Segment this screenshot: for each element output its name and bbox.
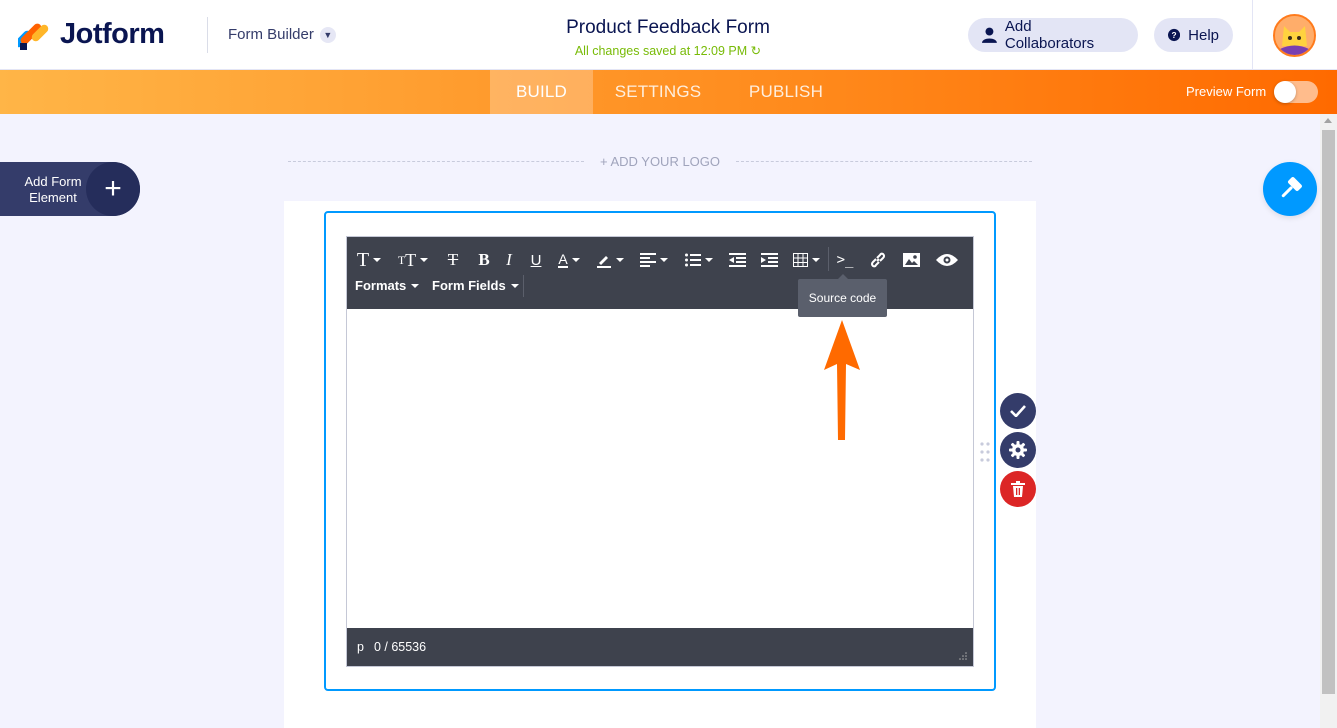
font-family-icon[interactable]: T (355, 248, 383, 272)
add-collaborators-label: Add Collaborators (1004, 18, 1095, 52)
save-status-text: All changes saved at 12:09 PM (574, 44, 748, 58)
trash-icon (1011, 481, 1025, 497)
table-icon[interactable] (791, 248, 821, 272)
resize-handle-icon[interactable] (959, 652, 967, 660)
svg-text:?: ? (1172, 30, 1177, 40)
header-divider (207, 17, 208, 53)
avatar[interactable] (1273, 14, 1316, 57)
italic-icon[interactable]: I (501, 248, 517, 272)
add-form-element-label: Add Form Element (24, 174, 82, 205)
outdent-icon[interactable] (727, 248, 747, 272)
tab-settings[interactable]: SETTINGS (603, 70, 713, 114)
form-builder-dropdown[interactable]: Form Builder ▼ (228, 26, 336, 43)
underline-icon[interactable]: U (527, 248, 545, 272)
image-icon[interactable] (901, 248, 921, 272)
form-designer-button[interactable] (1263, 162, 1317, 216)
form-title-block: Product Feedback Form All changes saved … (518, 17, 818, 58)
help-label: Help (1188, 26, 1219, 44)
add-logo-link[interactable]: + ADD YOUR LOGO (588, 154, 732, 169)
scroll-thumb[interactable] (1322, 130, 1335, 694)
formats-dropdown[interactable]: Formats (355, 278, 419, 293)
indent-icon[interactable] (759, 248, 779, 272)
source-code-tooltip: Source code (798, 274, 887, 317)
user-icon (982, 27, 997, 43)
element-path[interactable]: p (357, 640, 364, 654)
text-color-icon[interactable]: A (555, 248, 583, 272)
form-title[interactable]: Product Feedback Form (518, 17, 818, 39)
character-count: 0 / 65536 (373, 640, 427, 654)
save-status: All changes saved at 12:09 PM ↻ (518, 43, 818, 58)
gear-icon (1009, 441, 1027, 459)
logo-dashed-line-left (288, 161, 584, 162)
preview-eye-icon[interactable] (935, 248, 959, 272)
link-icon[interactable] (868, 248, 888, 272)
builder-nav: BUILD SETTINGS PUBLISH Preview Form (0, 70, 1337, 114)
question-icon: ? (1168, 28, 1181, 42)
confirm-button[interactable] (1000, 393, 1036, 429)
cat-avatar-icon (1275, 16, 1314, 55)
jotform-logo[interactable]: Jotform (14, 18, 165, 51)
chevron-down-icon: ▼ (319, 26, 336, 43)
toolbar-divider (828, 247, 829, 271)
form-builder-label: Form Builder (228, 26, 314, 43)
plus-icon: + (86, 162, 140, 216)
bold-icon[interactable]: B (475, 248, 493, 272)
preview-form-toggle[interactable] (1274, 81, 1318, 103)
highlight-color-icon[interactable] (595, 248, 625, 272)
editor-status-bar: p 0 / 65536 (347, 628, 973, 666)
preview-form-label: Preview Form (1186, 84, 1267, 99)
form-fields-dropdown[interactable]: Form Fields (432, 278, 519, 293)
help-button[interactable]: ? Help (1154, 18, 1233, 52)
tab-build[interactable]: BUILD (490, 70, 593, 114)
check-icon (1010, 405, 1026, 417)
tab-publish[interactable]: PUBLISH (737, 70, 835, 114)
page-scrollbar[interactable] (1320, 114, 1337, 728)
source-code-icon[interactable]: >_ (835, 248, 855, 272)
clear-formatting-icon[interactable]: T (443, 248, 463, 272)
add-collaborators-button[interactable]: Add Collaborators (968, 18, 1138, 52)
add-form-element-button[interactable]: Add Form Element + (0, 162, 140, 216)
bullet-list-icon[interactable] (683, 248, 715, 272)
align-icon[interactable] (639, 248, 669, 272)
refresh-icon[interactable]: ↻ (751, 44, 761, 58)
font-size-icon[interactable]: TT (395, 248, 431, 272)
logo-dashed-line-right (736, 161, 1032, 162)
app-header: Jotform Form Builder ▼ Product Feedback … (0, 0, 1337, 70)
annotation-arrow-icon (824, 320, 860, 440)
toolbar-divider-row2 (523, 275, 524, 297)
scroll-up-arrow-icon[interactable] (1324, 118, 1332, 123)
field-settings-button[interactable] (1000, 432, 1036, 468)
drag-handle-icon[interactable] (979, 441, 991, 463)
header-divider-right (1252, 0, 1253, 70)
toggle-knob (1274, 81, 1296, 103)
jotform-logo-icon (14, 19, 50, 51)
brand-name: Jotform (60, 18, 165, 50)
paint-roller-icon (1281, 177, 1302, 198)
delete-field-button[interactable] (1000, 471, 1036, 507)
